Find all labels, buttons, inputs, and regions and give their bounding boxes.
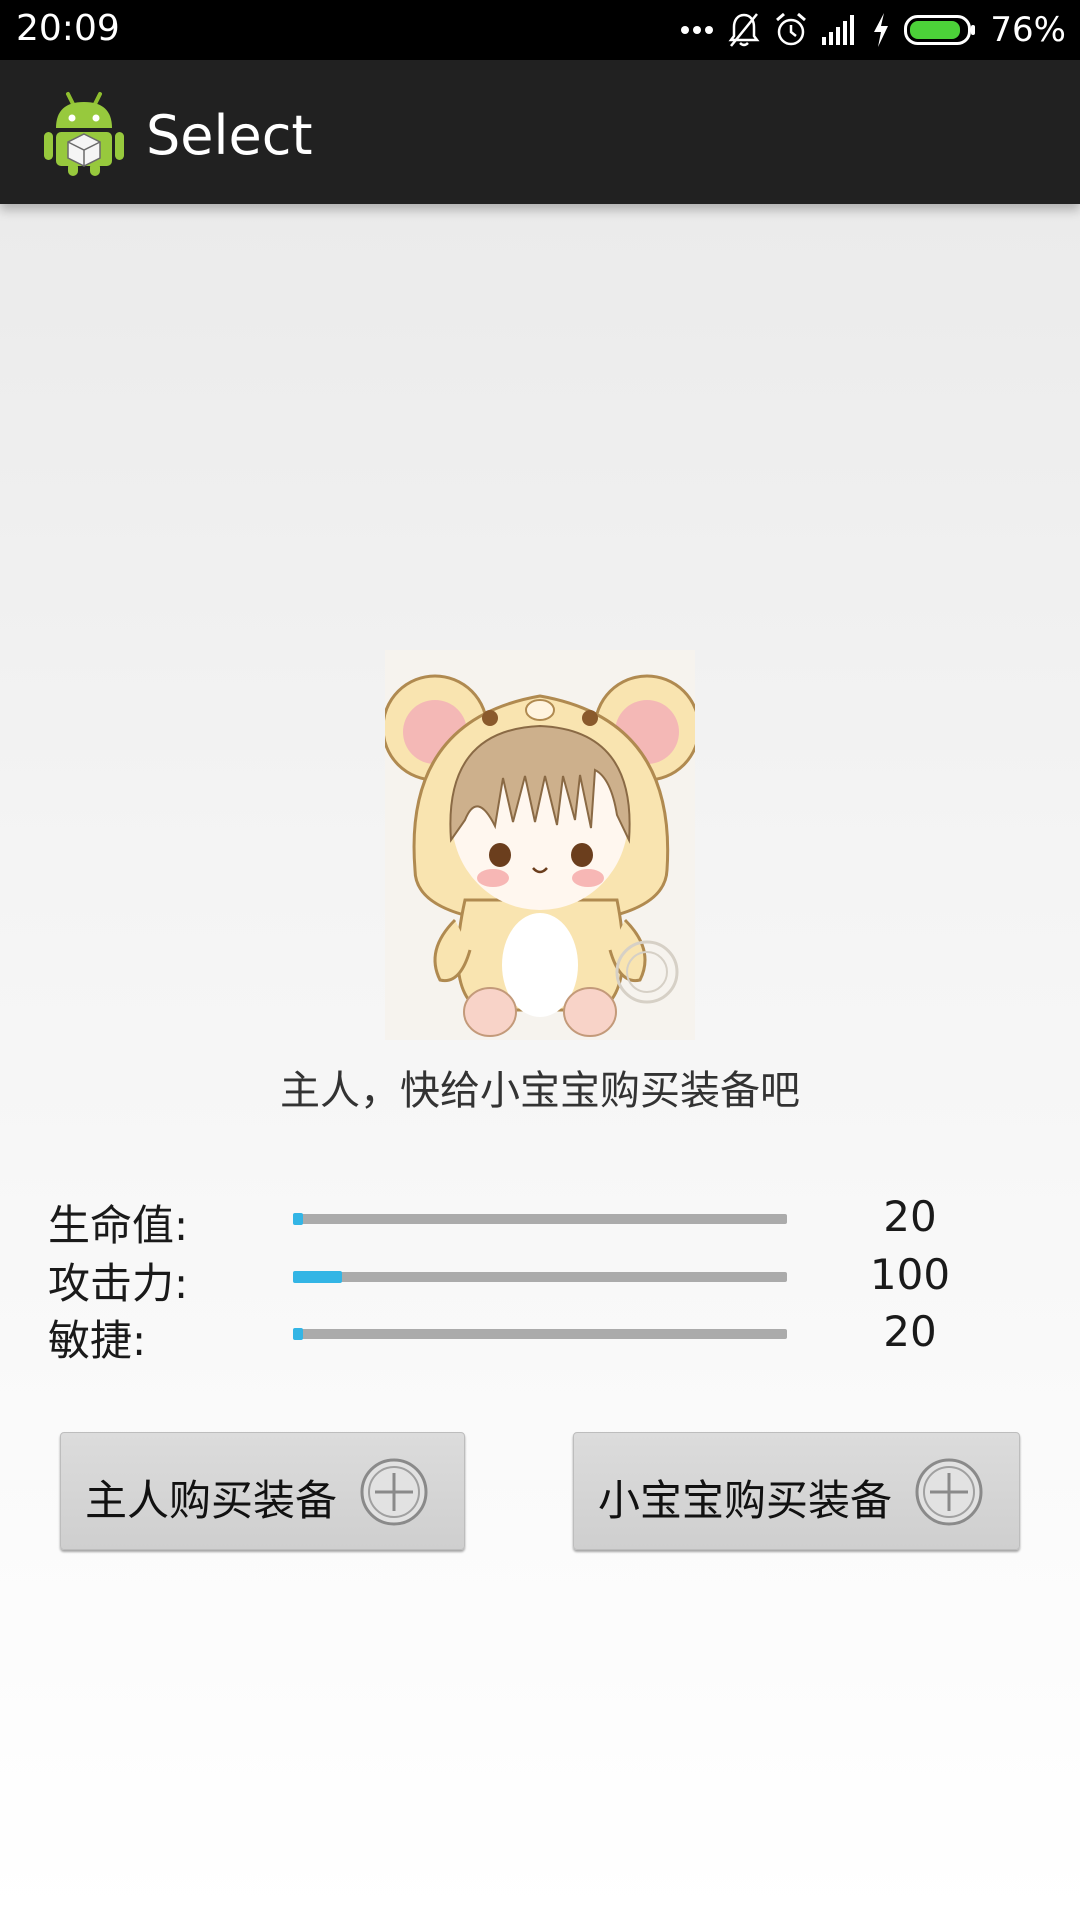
alarm-icon xyxy=(774,12,808,48)
seekbar-progress xyxy=(293,1213,303,1225)
stat-row-agility: 敏捷: 20 xyxy=(0,1307,1080,1365)
status-time: 20:09 xyxy=(16,8,120,49)
stat-value: 100 xyxy=(869,1250,951,1299)
status-bar: 20:09 76% xyxy=(0,0,1080,60)
stat-value: 20 xyxy=(883,1307,937,1356)
seekbar-progress xyxy=(293,1328,303,1340)
page-title: Select xyxy=(146,104,313,167)
health-seekbar[interactable] xyxy=(293,1213,787,1225)
notifications-off-icon xyxy=(728,12,760,48)
stat-value: 20 xyxy=(883,1192,937,1241)
more-dots-icon xyxy=(680,24,714,36)
status-icons: 76% xyxy=(680,6,1066,54)
chibi-girl-mouse-costume-image xyxy=(381,650,701,1040)
add-circle-icon xyxy=(914,1457,984,1527)
stat-label: 敏捷: xyxy=(48,1316,147,1365)
button-label: 主人购买装备 xyxy=(85,1476,338,1525)
add-circle-icon xyxy=(359,1457,429,1527)
baby-buy-equipment-button[interactable]: 小宝宝购买装备 xyxy=(573,1432,1020,1550)
signal-icon xyxy=(822,15,858,45)
charging-icon xyxy=(872,13,890,47)
android-app-icon[interactable] xyxy=(44,88,124,178)
attack-seekbar[interactable] xyxy=(293,1271,787,1283)
button-label: 小宝宝购买装备 xyxy=(598,1476,893,1525)
battery-percentage: 76% xyxy=(990,10,1066,50)
action-bar: Select xyxy=(0,60,1080,204)
stat-row-health: 生命值: 20 xyxy=(0,1192,1080,1250)
seekbar-progress xyxy=(293,1271,343,1283)
caption-text: 主人，快给小宝宝购买装备吧 xyxy=(280,1068,800,1114)
master-buy-equipment-button[interactable]: 主人购买装备 xyxy=(60,1432,465,1550)
battery-icon xyxy=(904,15,976,45)
stat-label: 攻击力: xyxy=(48,1259,189,1308)
stat-row-attack: 攻击力: 100 xyxy=(0,1250,1080,1308)
agility-seekbar[interactable] xyxy=(293,1328,787,1340)
stat-label: 生命值: xyxy=(48,1201,189,1250)
